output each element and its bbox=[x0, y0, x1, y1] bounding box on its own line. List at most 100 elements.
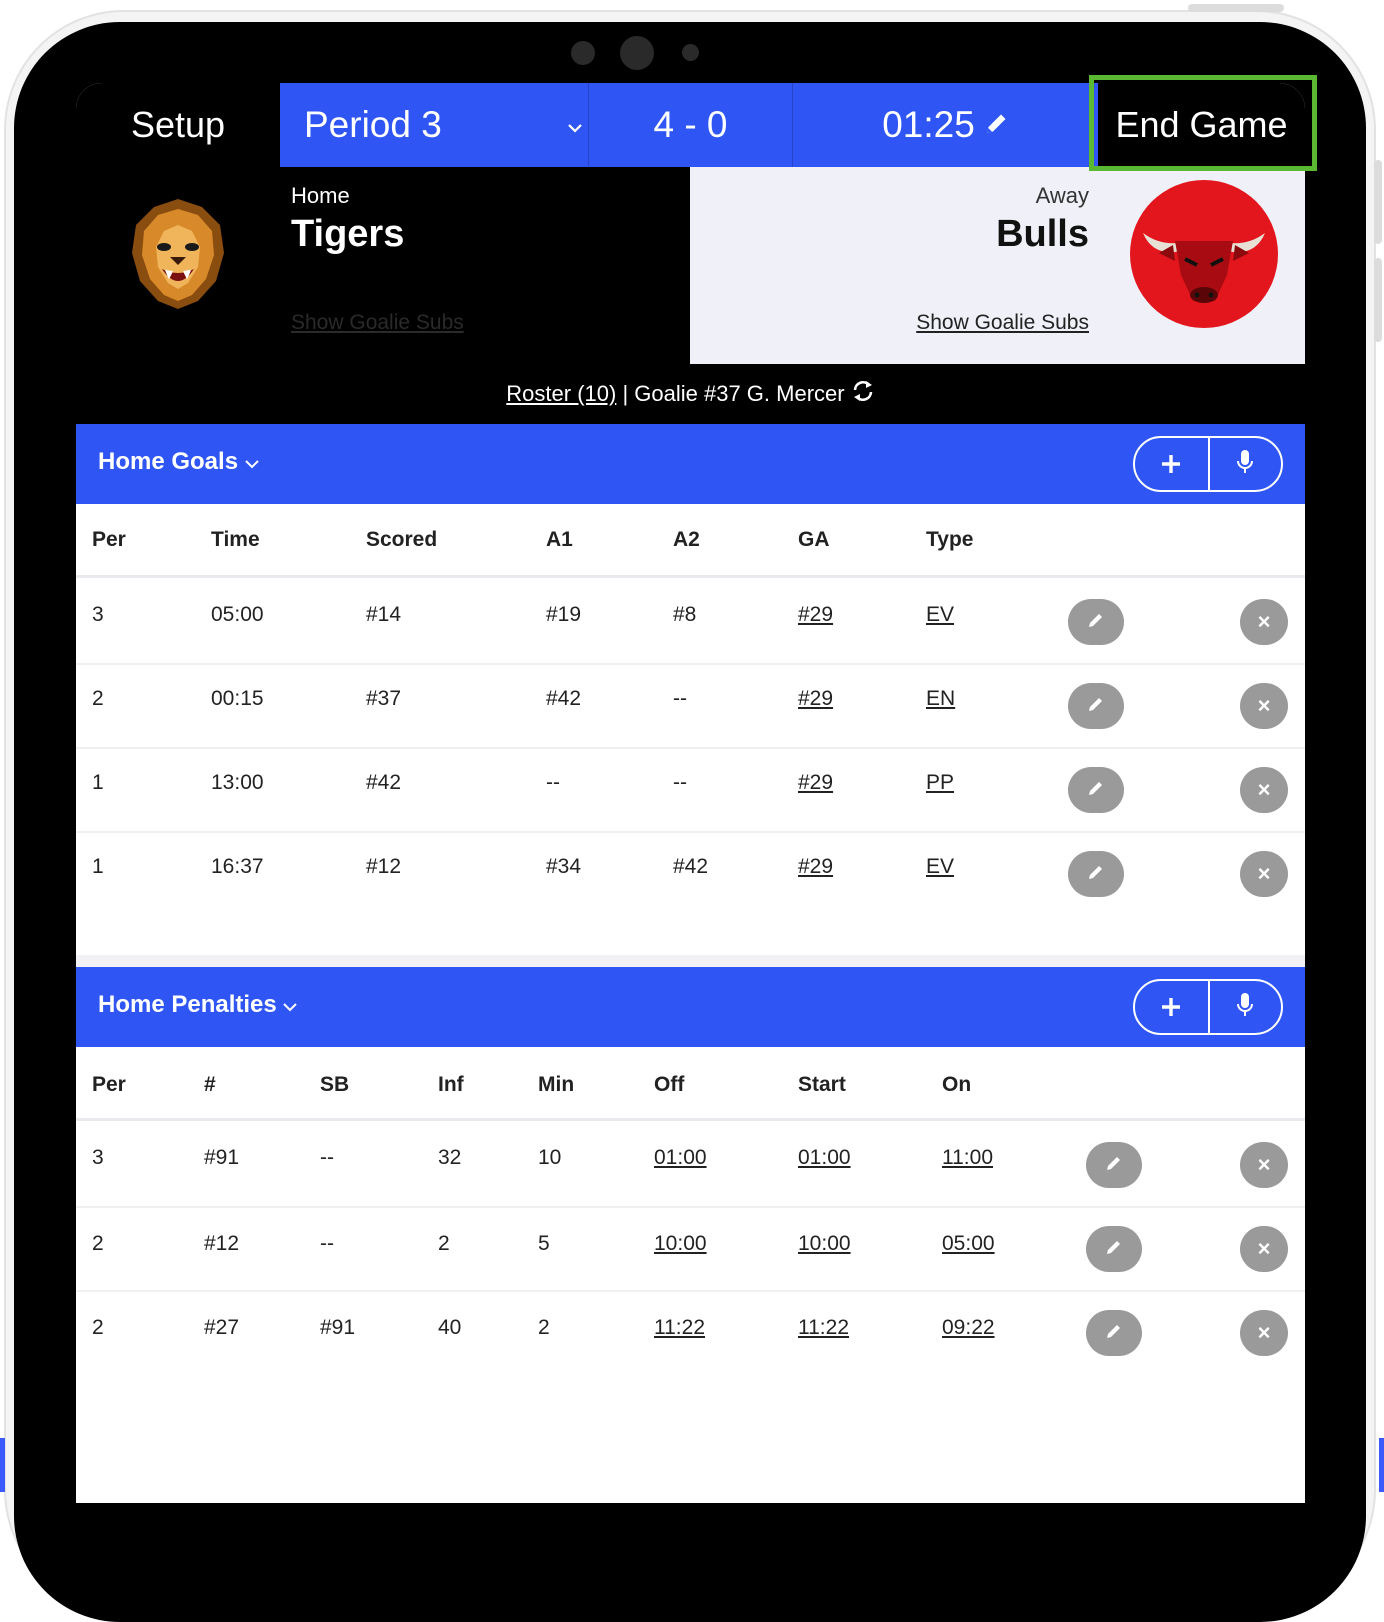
penalty-start-link[interactable]: 11:22 bbox=[798, 1316, 849, 1340]
close-icon: × bbox=[1257, 609, 1271, 634]
delete-goal-button[interactable]: × bbox=[1240, 851, 1288, 897]
delete-penalty-button[interactable]: × bbox=[1240, 1226, 1288, 1272]
goals-col-time: Time bbox=[211, 528, 260, 551]
goals-col-per: Per bbox=[92, 528, 126, 551]
penalty-off-link[interactable]: 10:00 bbox=[654, 1232, 707, 1256]
penalty-row: 3 #91 -- 32 10 01:00 01:00 11:00 × bbox=[76, 1124, 1305, 1208]
away-team-name: Bulls bbox=[996, 213, 1089, 255]
penalty-on-link[interactable]: 09:22 bbox=[942, 1316, 995, 1340]
goal-time: 16:37 bbox=[211, 855, 264, 878]
goal-type-link[interactable]: EN bbox=[926, 687, 955, 711]
goal-against-link[interactable]: #29 bbox=[798, 603, 833, 627]
penalty-minutes: 2 bbox=[538, 1316, 550, 1339]
penalty-start-link[interactable]: 01:00 bbox=[798, 1146, 851, 1170]
penalty-served-by: -- bbox=[320, 1232, 334, 1255]
goal-period: 2 bbox=[92, 687, 104, 710]
camera-sensor-icon bbox=[682, 44, 699, 61]
edit-penalty-button[interactable] bbox=[1086, 1310, 1142, 1356]
end-game-button[interactable]: End Game bbox=[1098, 83, 1305, 167]
goals-col-type: Type bbox=[926, 528, 974, 551]
pencil-icon bbox=[1104, 1153, 1124, 1178]
goal-against-link[interactable]: #29 bbox=[798, 855, 833, 879]
setup-button[interactable]: Setup bbox=[76, 83, 280, 167]
add-penalty-button[interactable] bbox=[1135, 981, 1208, 1033]
goal-against-link[interactable]: #29 bbox=[798, 771, 833, 795]
edit-goal-button[interactable] bbox=[1068, 767, 1124, 813]
edit-goal-button[interactable] bbox=[1068, 851, 1124, 897]
edit-penalty-button[interactable] bbox=[1086, 1226, 1142, 1272]
goal-assist-2: #8 bbox=[673, 603, 697, 626]
app-screen: Setup Period 3 4 - 0 01:25 End Game Home… bbox=[76, 83, 1305, 1503]
close-icon: × bbox=[1257, 693, 1271, 718]
penalties-table-header: Per # SB Inf Min Off Start On bbox=[76, 1047, 1305, 1121]
clock-value: 01:25 bbox=[882, 104, 975, 145]
penalty-infraction: 32 bbox=[438, 1146, 462, 1169]
period-select[interactable]: Period 3 bbox=[280, 83, 588, 167]
section-divider bbox=[76, 955, 1305, 967]
penalty-infraction: 2 bbox=[438, 1232, 450, 1255]
refresh-icon[interactable] bbox=[851, 380, 875, 408]
pencil-icon[interactable] bbox=[983, 104, 1009, 146]
goal-period: 1 bbox=[92, 855, 104, 878]
goal-type-link[interactable]: EV bbox=[926, 855, 954, 879]
microphone-icon bbox=[1236, 988, 1254, 1027]
away-label: Away bbox=[1035, 183, 1089, 208]
goal-type-link[interactable]: PP bbox=[926, 771, 954, 795]
game-clock[interactable]: 01:25 bbox=[792, 83, 1098, 167]
pencil-icon bbox=[1086, 610, 1106, 635]
device-side-button bbox=[1374, 160, 1382, 244]
camera-sensor-icon bbox=[571, 41, 595, 65]
penalty-on-link[interactable]: 11:00 bbox=[942, 1146, 993, 1170]
home-show-goalie-subs-link[interactable]: Show Goalie Subs bbox=[291, 311, 464, 335]
home-goals-actions bbox=[1133, 436, 1283, 492]
delete-goal-button[interactable]: × bbox=[1240, 767, 1288, 813]
delete-penalty-button[interactable]: × bbox=[1240, 1310, 1288, 1356]
delete-goal-button[interactable]: × bbox=[1240, 683, 1288, 729]
device-top-button bbox=[1188, 4, 1284, 12]
penalty-row: 2 #27 #91 40 2 11:22 11:22 09:22 × bbox=[76, 1292, 1305, 1376]
penalty-period: 3 bbox=[92, 1146, 104, 1169]
camera-icon bbox=[620, 36, 654, 70]
penalty-player: #27 bbox=[204, 1316, 240, 1339]
edit-goal-button[interactable] bbox=[1068, 683, 1124, 729]
delete-goal-button[interactable]: × bbox=[1240, 599, 1288, 645]
away-team-panel: Away Bulls Show Goalie Subs bbox=[690, 167, 1305, 364]
add-goal-button[interactable] bbox=[1135, 438, 1208, 490]
voice-penalty-button[interactable] bbox=[1207, 981, 1281, 1033]
goal-scorer: #14 bbox=[366, 603, 402, 626]
goal-against-link[interactable]: #29 bbox=[798, 687, 833, 711]
roster-link[interactable]: Roster (10) bbox=[506, 381, 616, 407]
home-goals-toggle[interactable]: Home Goals bbox=[98, 448, 259, 476]
goal-assist-2: -- bbox=[673, 771, 687, 794]
plus-icon bbox=[1160, 445, 1182, 484]
goal-type-link[interactable]: EV bbox=[926, 603, 954, 627]
home-penalties-toggle[interactable]: Home Penalties bbox=[98, 991, 298, 1019]
penalties-col-number: # bbox=[204, 1073, 216, 1096]
edit-penalty-button[interactable] bbox=[1086, 1142, 1142, 1188]
close-icon: × bbox=[1257, 1320, 1271, 1345]
roster-bar: Roster (10) | Goalie #37 G. Mercer bbox=[76, 364, 1305, 424]
away-show-goalie-subs-link[interactable]: Show Goalie Subs bbox=[916, 311, 1089, 335]
penalty-off-link[interactable]: 01:00 bbox=[654, 1146, 707, 1170]
microphone-icon bbox=[1236, 445, 1254, 484]
penalty-minutes: 5 bbox=[538, 1232, 550, 1255]
home-penalties-header: Home Penalties bbox=[76, 967, 1305, 1047]
penalty-start-link[interactable]: 10:00 bbox=[798, 1232, 851, 1256]
close-icon: × bbox=[1257, 1236, 1271, 1261]
delete-penalty-button[interactable]: × bbox=[1240, 1142, 1288, 1188]
edit-goal-button[interactable] bbox=[1068, 599, 1124, 645]
goal-assist-2: #42 bbox=[673, 855, 709, 878]
goal-row: 1 13:00 #42 -- -- #29 PP × bbox=[76, 749, 1305, 833]
home-label: Home bbox=[291, 183, 350, 208]
home-penalties-actions bbox=[1133, 979, 1283, 1035]
goal-assist-1: #34 bbox=[546, 855, 582, 878]
penalty-on-link[interactable]: 05:00 bbox=[942, 1232, 995, 1256]
penalty-period: 2 bbox=[92, 1232, 104, 1255]
bull-logo-icon bbox=[1129, 179, 1279, 329]
tiger-logo-icon bbox=[124, 195, 232, 313]
penalties-col-sb: SB bbox=[320, 1073, 350, 1096]
penalties-col-on: On bbox=[942, 1073, 972, 1096]
goal-assist-1: #42 bbox=[546, 687, 582, 710]
penalty-off-link[interactable]: 11:22 bbox=[654, 1316, 705, 1340]
voice-goal-button[interactable] bbox=[1207, 438, 1281, 490]
